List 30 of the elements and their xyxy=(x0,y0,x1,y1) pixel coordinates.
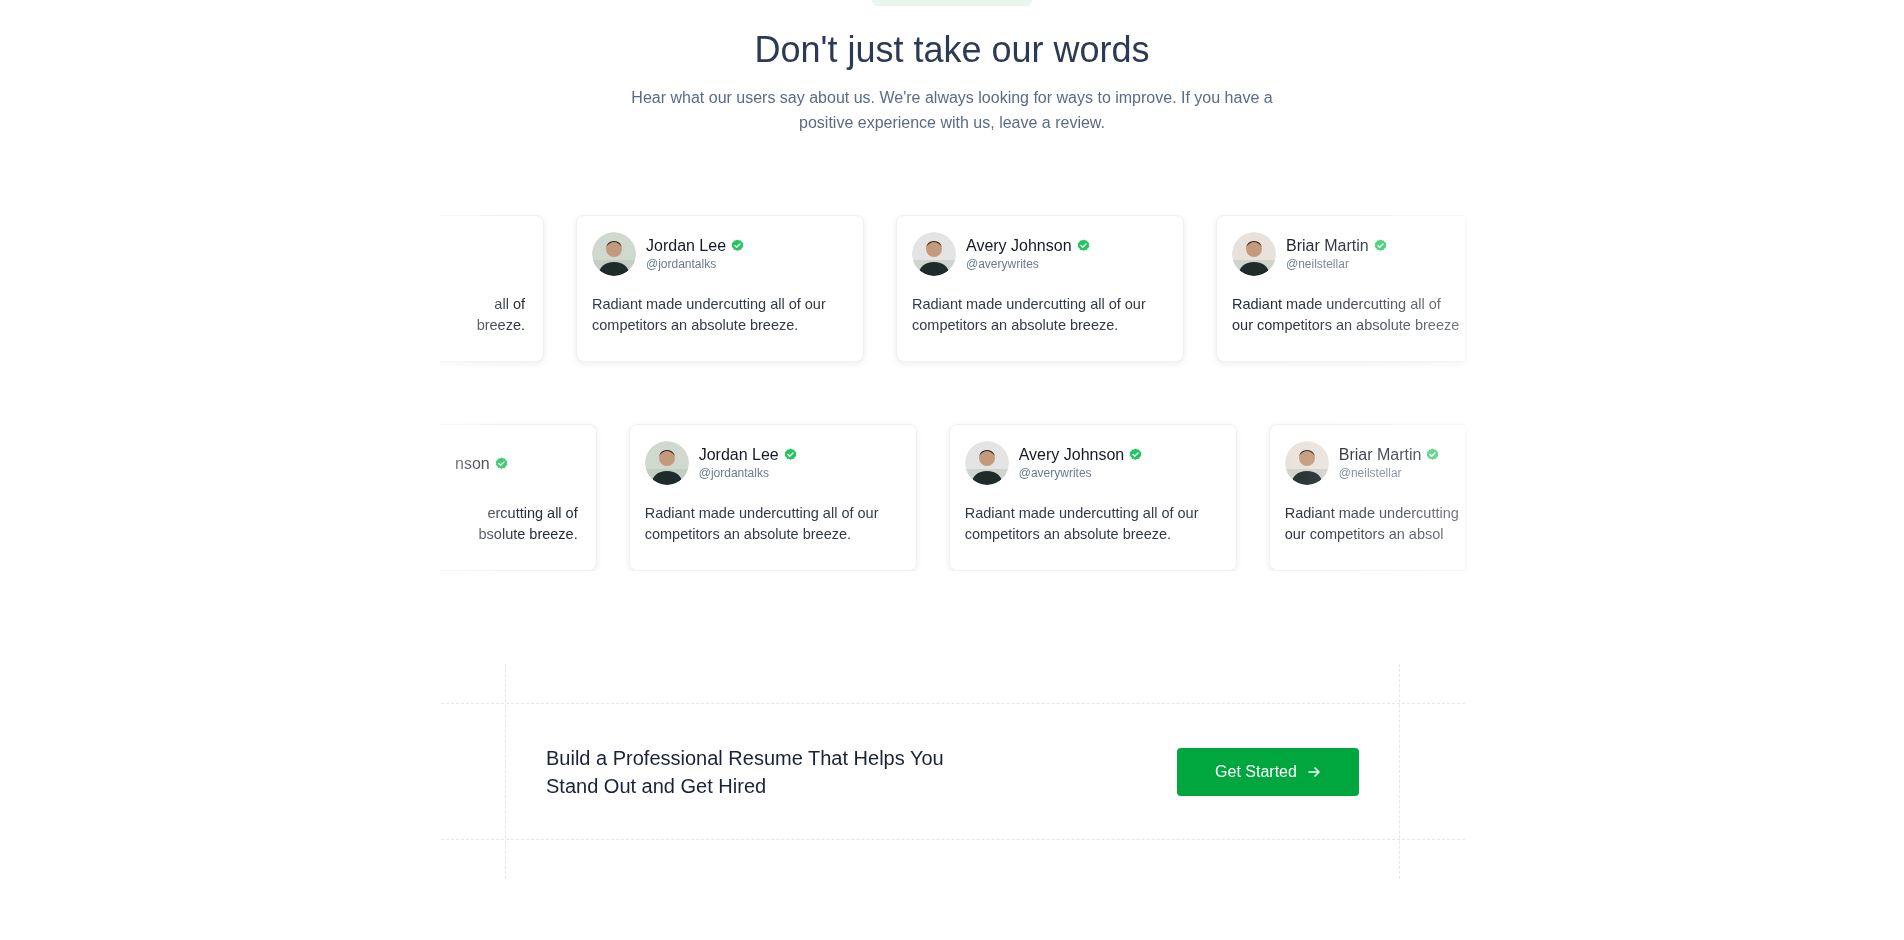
user-handle: @neilstellar xyxy=(1286,257,1350,273)
testimonial-text: bsolute breeze. xyxy=(477,525,578,545)
user-name: nson xyxy=(455,454,490,472)
testimonial-text: Radiant made undercutting all of our competitors an absolute breeze. xyxy=(912,295,1147,336)
testimonial-text: Radiant made undercutting xyxy=(1284,504,1459,524)
user-name: Briar Martin xyxy=(1286,236,1369,254)
user-handle: @averywrites xyxy=(1018,466,1093,482)
section-title: Don't just take our words xyxy=(753,28,1151,72)
user-name: Briar Martin xyxy=(1338,445,1422,463)
user-handle: @averywrites xyxy=(966,257,1040,273)
user-handle: @jordantalks xyxy=(698,466,770,482)
user-name: Jordan Lee xyxy=(646,236,727,254)
user-name: Jordan Lee xyxy=(698,445,779,463)
testimonial-text: our competitors an absol xyxy=(1284,525,1445,545)
testimonial-text: Radiant made undercutting all of our competitors an absolute breeze. xyxy=(592,295,827,336)
testimonial-text: ercutting all of xyxy=(486,504,578,524)
arrow-right-icon xyxy=(1306,764,1321,779)
testimonial-text: Radiant made undercutting all of xyxy=(1232,295,1442,315)
user-name: Avery Johnson xyxy=(1018,445,1125,463)
testimonial-text: our competitors an absolute breeze xyxy=(1232,316,1460,336)
get-started-button[interactable]: Get Started xyxy=(1177,747,1359,796)
testimonial-text: Radiant made undercutting all of our competitors an absolute breeze. xyxy=(964,504,1200,545)
user-handle: @neilstellar xyxy=(1338,466,1403,482)
cta-title: Build a Professional Resume That Helps You Stand Out and Get Hired xyxy=(546,745,945,799)
testimonial-text: all of xyxy=(493,295,525,315)
testimonial-text: breeze. xyxy=(475,316,525,336)
user-name: Avery Johnson xyxy=(966,236,1072,254)
user-handle: @jordantalks xyxy=(646,257,718,273)
testimonial-text: Radiant made undercutting all of our competitors an absolute breeze. xyxy=(644,504,880,545)
section-subtitle: Hear what our users say about us. We're always looking for ways to improve. If you have a positive experience with us, leave a review. xyxy=(630,88,1274,134)
